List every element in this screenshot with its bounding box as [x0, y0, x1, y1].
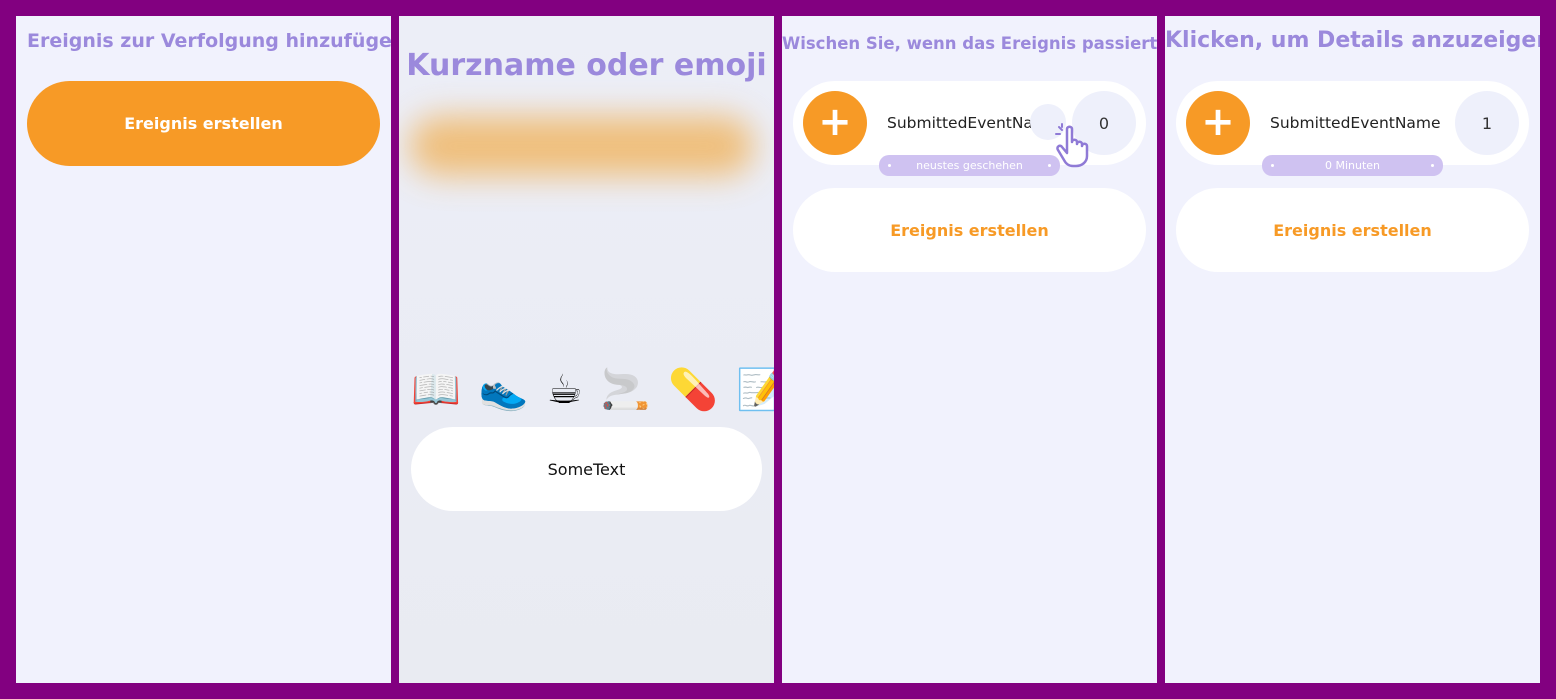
chip-dot-left [1271, 164, 1274, 167]
shoe-emoji-icon[interactable]: 👟 [479, 366, 529, 416]
page-title: Kurzname oder emoji [406, 48, 767, 83]
create-event-button[interactable]: Ereignis erstellen [27, 81, 380, 166]
last-occurred-badge: 0 Minuten [1262, 155, 1443, 176]
chip-dot-right [1431, 164, 1434, 167]
screen-swipe-event: Wischen Sie, wenn das Ereignis passiert … [782, 16, 1157, 683]
event-card[interactable]: + SubmittedEventName 0 [793, 81, 1146, 168]
pointing-hand-icon [1055, 123, 1089, 168]
create-event-button[interactable]: Ereignis erstellen [793, 188, 1146, 272]
last-occurred-badge: neustes geschehen [879, 155, 1060, 176]
emoji-picker: 📖 👟 ☕ 🚬 💊 📝 [411, 366, 774, 416]
chip-dot-right [1048, 164, 1051, 167]
event-count: 1 [1455, 91, 1519, 155]
screen-short-name: Kurzname oder emoji 📖 👟 ☕ 🚬 💊 📝 SomeText [399, 16, 774, 683]
page-title: Ereignis zur Verfolgung hinzufügen [27, 30, 391, 52]
plus-icon[interactable]: + [803, 91, 867, 155]
screen-event-details: Klicken, um Details anzuzeigen + Submitt… [1165, 16, 1540, 683]
event-name: SubmittedEventName [1270, 114, 1441, 132]
name-text-field[interactable]: SomeText [411, 427, 762, 511]
chip-label: neustes geschehen [916, 159, 1023, 172]
chip-label: 0 Minuten [1324, 159, 1381, 172]
coffee-emoji-icon[interactable]: ☕ [547, 366, 583, 416]
chip-dot-left [888, 164, 891, 167]
cigarette-emoji-icon[interactable]: 🚬 [600, 366, 650, 416]
event-card[interactable]: + SubmittedEventName 1 [1176, 81, 1529, 165]
plus-icon[interactable]: + [1186, 91, 1250, 155]
page-title: Wischen Sie, wenn das Ereignis passiert … [782, 34, 1157, 53]
book-emoji-icon[interactable]: 📖 [411, 366, 461, 416]
pill-emoji-icon[interactable]: 💊 [668, 366, 718, 416]
blurred-input-field[interactable] [409, 116, 754, 176]
screen-add-event: Ereignis zur Verfolgung hinzufügen Ereig… [16, 16, 391, 683]
create-event-button[interactable]: Ereignis erstellen [1176, 188, 1529, 272]
memo-emoji-icon[interactable]: 📝 [736, 366, 774, 416]
page-title: Klicken, um Details anzuzeigen [1165, 28, 1540, 53]
